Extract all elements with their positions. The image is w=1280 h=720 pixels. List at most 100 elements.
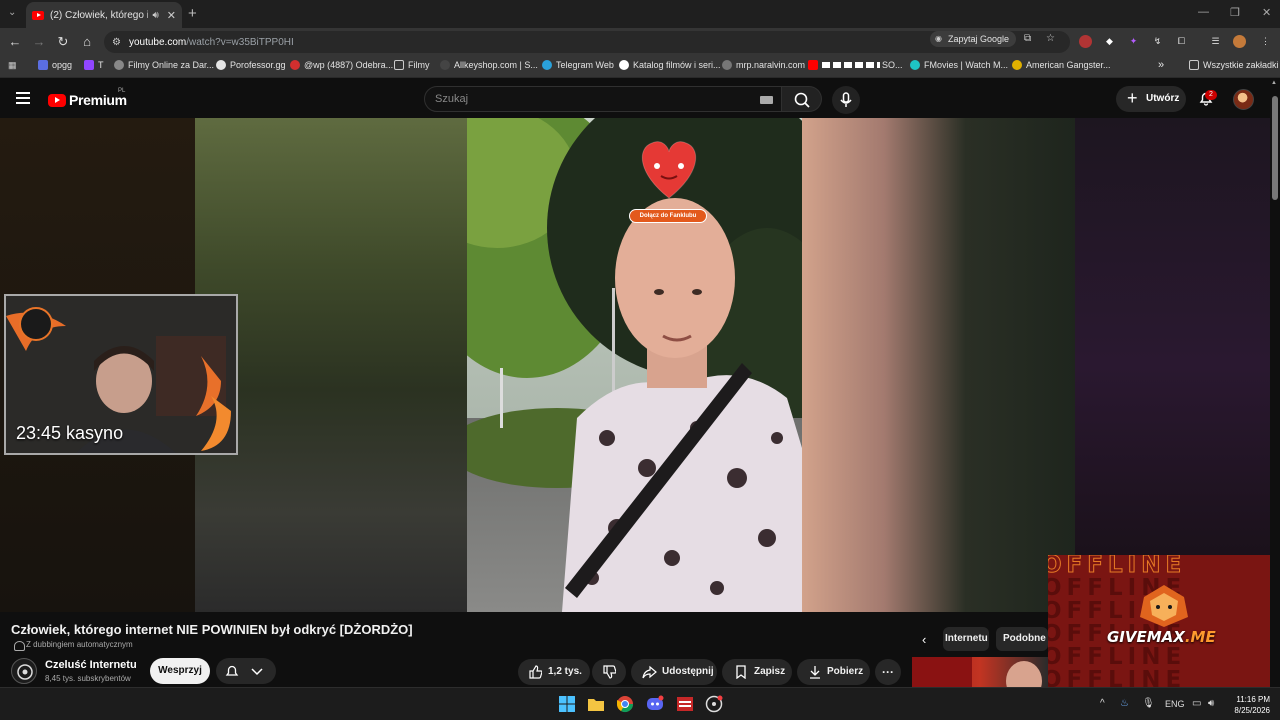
channel-avatar[interactable] [11,658,37,684]
bookmark-label: Filmy Online za Dar... [128,60,215,70]
obs-icon[interactable] [705,695,723,713]
share-button[interactable]: Udostępnij [631,659,717,685]
like-button[interactable]: 1,2 tys. [518,659,590,685]
youtube-favicon-icon [808,60,818,70]
bookmark-label: mrp.naralvin.com [736,60,806,70]
volume-icon[interactable]: 🔊︎ [1208,698,1214,709]
bookmark-item[interactable]: FMovies | Watch M... [910,60,1008,70]
bookmark-item[interactable]: Allkeyshop.com | S... [440,60,538,70]
streaming-app-icon[interactable] [676,695,694,713]
minimize-icon[interactable]: — [1198,6,1209,18]
bookmark-item[interactable]: opgg [38,60,72,70]
search-icon [794,92,810,108]
bookmark-favicon-icon [440,60,450,70]
recommended-video-thumbnail[interactable] [912,657,1048,687]
bookmarks-overflow-button[interactable]: » [1158,59,1164,71]
bookmark-star-icon[interactable]: ☆ [1046,33,1055,44]
clock-date: 8/25/2026 [1234,706,1270,715]
youtube-premium-logo[interactable]: Premium PL [48,88,127,108]
all-bookmarks-folder[interactable]: Wszystkie zakładki [1189,60,1279,70]
extensions-puzzle-icon[interactable]: ⧠ [1175,35,1188,48]
extension-diamond-icon[interactable]: ◆ [1103,35,1116,48]
restore-icon[interactable]: ❐ [1230,6,1240,19]
offline-text: OFFLINE [1048,667,1187,687]
chip-podobne[interactable]: Podobne [996,627,1048,651]
bookmark-item[interactable]: Telegram Web [542,60,614,70]
bookmark-label: American Gangster... [1026,60,1111,70]
scrollbar-thumb[interactable] [1272,96,1278,200]
download-label: Pobierz [827,666,864,677]
tab-search-icon[interactable]: ⌄ [8,7,16,18]
bookmark-favicon-icon [216,60,226,70]
system-clock[interactable]: 11:16 PM 8/25/2026 [1226,694,1270,716]
download-button[interactable]: Pobierz [797,659,870,685]
dislike-button[interactable] [592,659,626,685]
chips-prev-arrow[interactable]: ‹ [922,632,926,647]
ambient-right [1075,118,1270,612]
home-icon[interactable]: ⌂ [79,34,95,49]
close-window-icon[interactable]: ✕ [1262,6,1271,19]
microphone-tray-icon[interactable]: 🎙︎ [1142,698,1155,709]
scroll-up-arrow-icon[interactable]: ▲ [1271,80,1277,86]
subscription-notifications-button[interactable] [216,658,276,684]
browser-tab-active[interactable]: (2) Człowiek, którego intern 🔊︎ ✕ [26,2,182,28]
bookmark-favicon-icon [290,60,300,70]
bookmark-folder[interactable]: Filmy [394,60,430,70]
support-button[interactable]: Wesprzyj [150,658,210,684]
menu-hamburger-icon[interactable] [16,92,30,104]
keyboard-icon[interactable] [760,96,773,104]
bookmark-item[interactable]: Porofessor.gg [216,60,286,70]
share-arrow-icon [642,665,657,679]
menu-kebab-icon[interactable]: ⋮ [1259,35,1272,48]
ask-google-button[interactable]: Zapytaj Google [930,31,1017,47]
youtube-favicon-icon [32,10,44,20]
input-language[interactable]: ENG [1165,699,1185,709]
steam-tray-icon[interactable]: ♨ [1120,698,1129,709]
dubbing-label[interactable]: Z dubbingiem automatycznym [14,640,133,651]
discord-icon[interactable] [646,695,664,713]
chrome-icon[interactable] [616,695,634,713]
reading-list-icon[interactable]: ☰ [1209,35,1222,48]
save-button[interactable]: Zapisz [722,659,792,685]
search-input[interactable]: Szukaj [424,86,782,112]
video-frame [467,118,802,612]
new-tab-button[interactable]: + [188,5,197,22]
windows-start-icon[interactable] [558,695,576,713]
back-arrow-icon[interactable]: ← [7,34,23,49]
extension-red-icon[interactable] [1079,35,1092,48]
install-app-icon[interactable]: ⧉ [1024,33,1031,44]
bookmark-label: FMovies | Watch M... [924,60,1009,70]
tab-close-icon[interactable]: ✕ [167,9,176,22]
network-icon[interactable]: ▭ [1192,698,1201,709]
bookmark-item[interactable]: mrp.naralvin.com [722,60,805,70]
site-info-icon[interactable]: ⚙ [112,37,121,48]
extension-tool-icon[interactable]: ↯ [1151,35,1164,48]
file-explorer-icon[interactable] [587,695,605,713]
tray-overflow-icon[interactable]: ^ [1100,698,1105,709]
bookmark-favicon-icon [114,60,124,70]
bookmark-item[interactable]: American Gangster... [1012,60,1111,70]
address-bar[interactable]: ⚙ youtube.com/watch?v=w35BiTPP0HI [104,31,1070,53]
bookmark-item[interactable]: SO... [808,60,903,70]
channel-name[interactable]: Czeluść Internetu [45,659,137,671]
bookmark-item[interactable]: Katalog filmów i seri... [619,60,721,70]
create-button[interactable]: Utwórz [1116,85,1186,112]
forward-arrow-icon[interactable]: → [31,34,47,49]
speaker-icon[interactable]: 🔊︎ [152,10,158,21]
bookmark-item[interactable]: T [84,60,104,70]
voice-search-button[interactable] [832,86,860,114]
more-actions-button[interactable]: ··· [875,659,901,685]
extension-purple-icon[interactable]: ✦ [1127,35,1140,48]
profile-avatar-icon[interactable] [1233,35,1246,48]
reload-icon[interactable]: ↻ [55,34,71,50]
thumb-up-icon [529,665,542,679]
fanclub-sticker-label: Dołącz do Fanklubu [629,209,707,223]
bookmark-item[interactable]: Filmy Online za Dar... [114,60,214,70]
bookmarks-bar: ▦ opgg T Filmy Online za Dar... Porofess… [0,56,1280,78]
account-avatar[interactable] [1233,89,1254,110]
chip-internetu[interactable]: Internetu [943,627,989,651]
apps-grid-icon[interactable]: ▦ [8,60,17,71]
webcam-caption: 23:45 kasyno [16,423,124,443]
search-button[interactable] [782,86,822,112]
bookmark-item[interactable]: @wp (4887) Odebra... [290,60,393,70]
